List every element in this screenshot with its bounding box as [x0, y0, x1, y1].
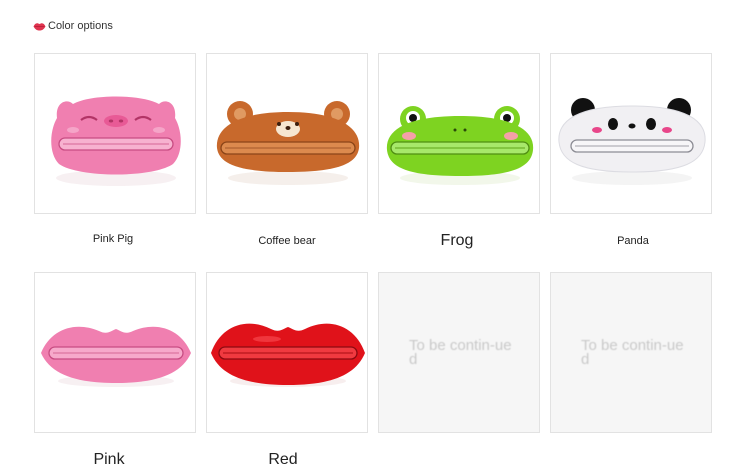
product-label-coffee-bear: Coffee bear	[258, 235, 316, 247]
product-tile-panda[interactable]	[550, 53, 712, 214]
product-tile-pink-pig[interactable]	[34, 53, 196, 214]
lips-icon	[33, 22, 46, 31]
coffee-bear-image	[216, 101, 360, 185]
placeholder-text: To be contin-ued	[581, 337, 684, 368]
product-tile-pink[interactable]	[34, 272, 196, 433]
placeholder-tile: To be contin-ued	[378, 272, 540, 433]
frog-image	[386, 106, 534, 185]
section-header: Color options	[33, 20, 113, 32]
pink-pig-image	[51, 96, 181, 186]
pink-lips-image	[41, 326, 191, 387]
panda-image	[558, 98, 706, 185]
product-tile-coffee-bear[interactable]	[206, 53, 368, 214]
product-label-pink-pig: Pink Pig	[92, 233, 134, 245]
product-label-panda: Panda	[617, 235, 649, 247]
product-tile-red[interactable]	[206, 272, 368, 433]
product-tile-frog[interactable]	[378, 53, 540, 214]
product-label-red: Red	[268, 451, 298, 468]
product-label-frog: Frog	[440, 232, 474, 249]
section-title: Color options	[48, 20, 113, 32]
placeholder-text: To be contin-ued	[409, 337, 512, 368]
red-lips-image	[211, 323, 365, 387]
product-label-pink: Pink	[93, 451, 125, 468]
placeholder-tile: To be contin-ued	[550, 272, 712, 433]
